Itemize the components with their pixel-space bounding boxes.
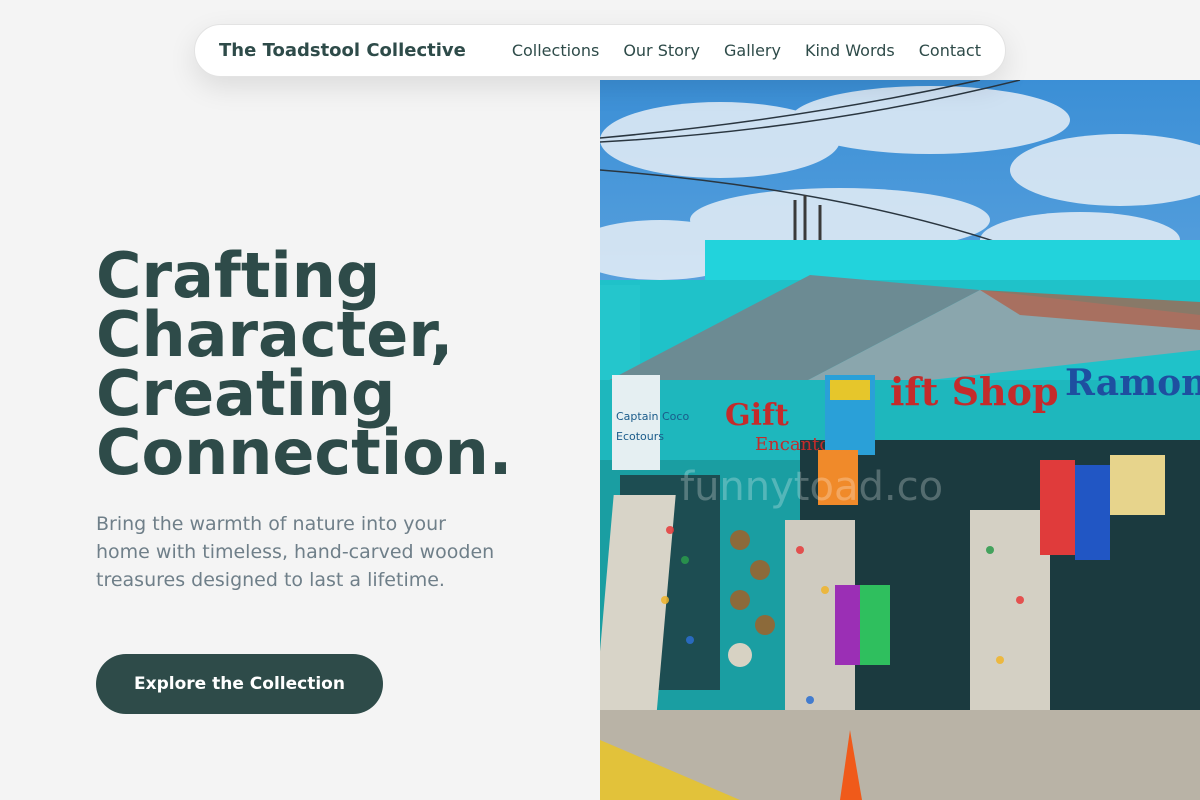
svg-text:Ecotours: Ecotours (616, 430, 664, 443)
svg-text:Gift: Gift (725, 398, 789, 433)
nav-link-our-story[interactable]: Our Story (623, 41, 700, 60)
svg-text:funnytoad.co: funnytoad.co (680, 464, 943, 510)
navbar: The Toadstool Collective Collections Our… (194, 24, 1006, 77)
svg-text:Ramon: Ramon (1065, 362, 1200, 404)
svg-text:ift Shop: ift Shop (890, 369, 1059, 414)
nav-link-gallery[interactable]: Gallery (724, 41, 781, 60)
svg-text:Captain Coco: Captain Coco (616, 410, 689, 423)
explore-collection-button[interactable]: Explore the Collection (96, 654, 383, 714)
nav-link-kind-words[interactable]: Kind Words (805, 41, 895, 60)
hero-photo: Captain Coco Ecotours Gift ift Shop Ramo… (600, 80, 1200, 800)
hero-title: Crafting Character, Creating Connection. (96, 239, 513, 489)
nav-link-collections[interactable]: Collections (512, 41, 599, 60)
hero-subtitle: Bring the warmth of nature into your hom… (96, 513, 495, 591)
nav-links: Collections Our Story Gallery Kind Words… (512, 41, 981, 60)
brand-logo-text[interactable]: The Toadstool Collective (219, 40, 466, 61)
nav-link-contact[interactable]: Contact (919, 41, 981, 60)
